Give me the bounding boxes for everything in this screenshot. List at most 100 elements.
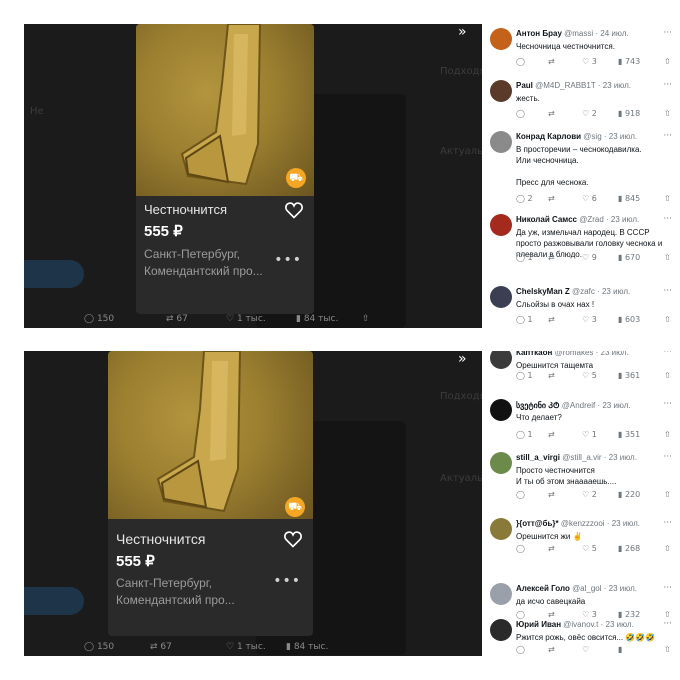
product-title[interactable]: Честночнится bbox=[116, 531, 205, 547]
avatar[interactable] bbox=[490, 28, 512, 50]
views-icon[interactable]: ▮ 845 bbox=[618, 194, 640, 203]
view-count[interactable]: ▮ 84 тыс. bbox=[286, 642, 328, 652]
reply-item[interactable]: ChelskyMan Z @zafc · 23 июл. ··· Сльойзы в… bbox=[482, 286, 680, 328]
share-icon[interactable]: ⇧ bbox=[664, 430, 671, 439]
more-options-icon[interactable]: ••• bbox=[274, 252, 302, 268]
expand-icon[interactable]: » bbox=[458, 351, 467, 367]
reply-date[interactable]: · 24 июл. bbox=[595, 29, 628, 38]
reply-icon[interactable]: ◯ bbox=[516, 645, 525, 654]
like-icon[interactable]: ♡ 5 bbox=[582, 371, 597, 380]
author-name[interactable]: Юрий Иван bbox=[516, 620, 561, 629]
avatar[interactable] bbox=[490, 351, 512, 369]
share-icon[interactable]: ⇧ bbox=[664, 253, 671, 262]
like-icon[interactable]: ♡ bbox=[582, 645, 589, 654]
views-icon[interactable]: ▮ 603 bbox=[618, 315, 640, 324]
repost-icon[interactable]: ⇄ bbox=[548, 315, 555, 324]
product-card[interactable]: ⛟ Честночнится 555 ₽ Санкт-Петербург, Ко… bbox=[108, 351, 313, 636]
reply-item[interactable]: }{отт@бь}* @kenzzzooi · 23 июл. ··· Орешни… bbox=[482, 518, 680, 558]
repost-icon[interactable]: ⇄ bbox=[548, 194, 555, 203]
favorite-heart-icon[interactable] bbox=[284, 200, 304, 220]
like-icon[interactable]: ♡ 2 bbox=[582, 109, 597, 118]
share-icon[interactable]: ⇧ bbox=[664, 57, 671, 66]
more-options-icon[interactable]: ••• bbox=[273, 573, 301, 589]
avatar[interactable] bbox=[490, 518, 512, 540]
author-name[interactable]: Антон Брау bbox=[516, 29, 562, 38]
reply-date[interactable]: · 23 июл. bbox=[607, 519, 640, 528]
avatar[interactable] bbox=[490, 452, 512, 474]
author-name[interactable]: სვეტინი ᲙᲢ bbox=[516, 401, 560, 410]
reply-item[interactable]: Конрад Карлови @sig · 23 июл. ··· В просто… bbox=[482, 131, 680, 208]
like-icon[interactable]: ♡ 9 bbox=[582, 253, 597, 262]
like-icon[interactable]: ♡ 5 bbox=[582, 544, 597, 553]
author-name[interactable]: ChelskyMan Z bbox=[516, 287, 570, 296]
author-name[interactable]: Капткаон bbox=[516, 351, 552, 357]
repost-icon[interactable]: ⇄ bbox=[548, 645, 555, 654]
like-icon[interactable]: ♡ 3 bbox=[582, 57, 597, 66]
reply-date[interactable]: · 23 июл. bbox=[601, 620, 634, 629]
avatar[interactable] bbox=[490, 583, 512, 605]
expand-icon[interactable]: » bbox=[458, 24, 467, 40]
view-count[interactable]: ▮ 84 тыс. bbox=[296, 314, 338, 324]
reply-date[interactable]: · 23 июл. bbox=[597, 401, 630, 410]
reply-count[interactable]: ◯ 150 bbox=[84, 642, 114, 652]
reply-date[interactable]: · 23 июл. bbox=[606, 215, 639, 224]
reply-icon[interactable]: ◯ 1 bbox=[516, 430, 533, 439]
avatar[interactable] bbox=[490, 214, 512, 236]
author-name[interactable]: Алексей Голо bbox=[516, 584, 570, 593]
more-icon[interactable]: ··· bbox=[663, 452, 672, 462]
author-handle[interactable]: @M4D_RABB1T bbox=[535, 81, 595, 90]
share-icon[interactable]: ⇧ bbox=[664, 194, 671, 203]
reply-item[interactable]: სვეტინი ᲙᲢ @Andreif · 23 июл. ··· Что дела… bbox=[482, 399, 680, 444]
repost-icon[interactable]: ⇄ bbox=[548, 253, 555, 262]
author-handle[interactable]: @al_gol bbox=[572, 584, 601, 593]
product-title[interactable]: Честночнится bbox=[144, 202, 227, 217]
author-name[interactable]: Николай Самсс bbox=[516, 215, 577, 224]
more-icon[interactable]: ··· bbox=[663, 351, 672, 357]
views-icon[interactable]: ▮ 268 bbox=[618, 544, 640, 553]
repost-icon[interactable]: ⇄ bbox=[548, 430, 555, 439]
repost-icon[interactable]: ⇄ bbox=[548, 371, 555, 380]
reply-item[interactable]: Paul @M4D_RABB1T · 23 июл. ··· жесть. ◯ ⇄ ♡… bbox=[482, 80, 680, 123]
more-icon[interactable]: ··· bbox=[663, 214, 672, 224]
author-name[interactable]: }{отт@бь}* bbox=[516, 519, 559, 528]
avatar[interactable] bbox=[490, 80, 512, 102]
reply-date[interactable]: · 23 июл. bbox=[604, 132, 637, 141]
reply-icon[interactable]: ◯ bbox=[516, 610, 525, 619]
repost-count[interactable]: ⇄ 67 bbox=[150, 642, 172, 652]
avatar[interactable] bbox=[490, 399, 512, 421]
repost-count[interactable]: ⇄ 67 bbox=[166, 314, 188, 324]
reply-date[interactable]: · 23 июл. bbox=[598, 81, 631, 90]
like-count[interactable]: ♡ 1 тыс. bbox=[226, 314, 266, 324]
share-icon[interactable]: ⇧ bbox=[664, 544, 671, 553]
author-name[interactable]: Конрад Карлови bbox=[516, 132, 581, 141]
reply-icon[interactable]: ◯ bbox=[516, 490, 525, 499]
reply-date[interactable]: · 23 июл. bbox=[596, 351, 629, 357]
reply-date[interactable]: · 23 июл. bbox=[604, 453, 637, 462]
author-name[interactable]: Paul bbox=[516, 81, 533, 90]
repost-icon[interactable]: ⇄ bbox=[548, 610, 555, 619]
reply-icon[interactable]: ◯ 1 bbox=[516, 371, 533, 380]
favorite-heart-icon[interactable] bbox=[283, 529, 303, 549]
more-icon[interactable]: ··· bbox=[663, 583, 672, 593]
views-icon[interactable]: ▮ 670 bbox=[618, 253, 640, 262]
reply-item[interactable]: Алексей Голо @al_gol · 23 июл. ··· да исчо… bbox=[482, 583, 680, 624]
more-icon[interactable]: ··· bbox=[663, 286, 672, 296]
repost-icon[interactable]: ⇄ bbox=[548, 109, 555, 118]
author-handle[interactable]: @zafc bbox=[572, 287, 595, 296]
share-icon[interactable]: ⇧ bbox=[664, 315, 671, 324]
reply-item[interactable]: Николай Самсс @Zrad · 23 июл. ··· Да уж, и… bbox=[482, 214, 680, 267]
reply-date[interactable]: · 23 июл. bbox=[597, 287, 630, 296]
more-icon[interactable]: ··· bbox=[663, 399, 672, 409]
views-icon[interactable]: ▮ 232 bbox=[618, 610, 640, 619]
reply-icon[interactable]: ◯ bbox=[516, 57, 525, 66]
share-icon[interactable]: ⇧ bbox=[362, 314, 370, 324]
views-icon[interactable]: ▮ 351 bbox=[618, 430, 640, 439]
views-icon[interactable]: ▮ bbox=[618, 645, 622, 654]
reply-icon[interactable]: ◯ bbox=[516, 544, 525, 553]
repost-icon[interactable]: ⇄ bbox=[548, 490, 555, 499]
like-icon[interactable]: ♡ 2 bbox=[582, 490, 597, 499]
reply-icon[interactable]: ◯ 1 bbox=[516, 315, 533, 324]
reply-icon[interactable]: ◯ 2 bbox=[516, 194, 533, 203]
reply-icon[interactable]: ◯ bbox=[516, 109, 525, 118]
share-icon[interactable]: ⇧ bbox=[664, 610, 671, 619]
